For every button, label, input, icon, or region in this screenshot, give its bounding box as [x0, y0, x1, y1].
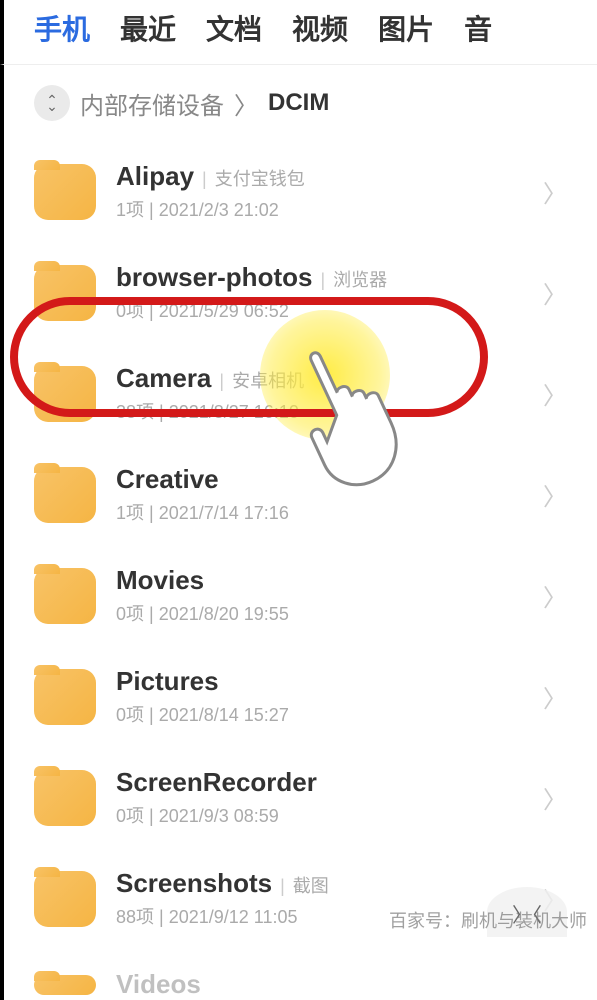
- folder-item-videos[interactable]: Videos: [4, 949, 597, 1000]
- folder-meta: 0项 | 2021/5/29 06:52: [116, 297, 523, 323]
- folder-icon: [34, 265, 96, 321]
- folder-icon: [34, 366, 96, 422]
- folder-icon: [34, 467, 96, 523]
- folder-meta: 38项 | 2021/8/27 16:10: [116, 398, 523, 424]
- breadcrumb-current: DCIM: [268, 89, 329, 117]
- folder-meta: 1项 | 2021/7/14 17:16: [116, 499, 523, 525]
- tab-audio[interactable]: 音: [464, 8, 492, 48]
- folder-name: Alipay: [116, 161, 194, 192]
- folder-description: 截图: [280, 872, 329, 898]
- file-info: browser-photos 浏览器 0项 | 2021/5/29 06:52: [116, 262, 523, 323]
- file-info: Videos: [116, 969, 567, 1000]
- chevron-right-icon: 〉: [543, 578, 567, 613]
- tab-images[interactable]: 图片: [378, 8, 434, 48]
- file-info: Pictures 0项 | 2021/8/14 15:27: [116, 666, 523, 727]
- file-info: Movies 0项 | 2021/8/20 19:55: [116, 565, 523, 626]
- chevron-right-icon: 〉: [543, 376, 567, 411]
- file-info: ScreenRecorder 0项 | 2021/9/3 08:59: [116, 767, 523, 828]
- folder-name: Creative: [116, 464, 219, 495]
- file-info: Camera 安卓相机 38项 | 2021/8/27 16:10: [116, 363, 523, 424]
- watermark-text: 百家号：刷机与装机大师: [389, 907, 587, 933]
- folder-list: Alipay 支付宝钱包 1项 | 2021/2/3 21:02 〉 brows…: [0, 141, 597, 1000]
- folder-item-pictures[interactable]: Pictures 0项 | 2021/8/14 15:27 〉: [4, 646, 597, 747]
- tab-recent[interactable]: 最近: [120, 8, 176, 48]
- folder-meta: 0项 | 2021/8/20 19:55: [116, 600, 523, 626]
- file-info: Creative 1项 | 2021/7/14 17:16: [116, 464, 523, 525]
- breadcrumb-parent[interactable]: 内部存储设备: [80, 86, 224, 121]
- folder-item-movies[interactable]: Movies 0项 | 2021/8/20 19:55 〉: [4, 545, 597, 646]
- folder-name: Screenshots: [116, 868, 272, 899]
- folder-item-camera[interactable]: Camera 安卓相机 38项 | 2021/8/27 16:10 〉: [4, 343, 597, 444]
- breadcrumb-expand-icon[interactable]: ⌃⌄: [34, 85, 70, 121]
- folder-item-browser-photos[interactable]: browser-photos 浏览器 0项 | 2021/5/29 06:52 …: [4, 242, 597, 343]
- folder-name: browser-photos: [116, 262, 312, 293]
- folder-item-screenrecorder[interactable]: ScreenRecorder 0项 | 2021/9/3 08:59 〉: [4, 747, 597, 848]
- folder-name: ScreenRecorder: [116, 767, 317, 798]
- folder-icon: [34, 975, 96, 995]
- folder-description: 安卓相机: [219, 367, 304, 393]
- chevron-right-icon: 〉: [543, 275, 567, 310]
- folder-name: Pictures: [116, 666, 219, 697]
- folder-icon: [34, 871, 96, 927]
- folder-icon: [34, 669, 96, 725]
- tab-phone[interactable]: 手机: [34, 8, 90, 48]
- breadcrumb-separator: 〉: [234, 86, 258, 121]
- folder-icon: [34, 770, 96, 826]
- breadcrumb[interactable]: ⌃⌄ 内部存储设备 〉 DCIM: [0, 65, 597, 141]
- tab-video[interactable]: 视频: [292, 8, 348, 48]
- chevron-right-icon: 〉: [543, 780, 567, 815]
- folder-meta: 0项 | 2021/9/3 08:59: [116, 802, 523, 828]
- folder-icon: [34, 568, 96, 624]
- folder-name: Videos: [116, 969, 201, 1000]
- folder-item-creative[interactable]: Creative 1项 | 2021/7/14 17:16 〉: [4, 444, 597, 545]
- folder-meta: 1项 | 2021/2/3 21:02: [116, 196, 523, 222]
- folder-description: 浏览器: [320, 266, 387, 292]
- category-tabs: 手机 最近 文档 视频 图片 音: [0, 0, 597, 65]
- tab-docs[interactable]: 文档: [206, 8, 262, 48]
- folder-description: 支付宝钱包: [202, 165, 305, 191]
- chevron-right-icon: 〉: [543, 477, 567, 512]
- folder-name: Camera: [116, 363, 211, 394]
- folder-item-alipay[interactable]: Alipay 支付宝钱包 1项 | 2021/2/3 21:02 〉: [4, 141, 597, 242]
- folder-meta: 0项 | 2021/8/14 15:27: [116, 701, 523, 727]
- chevron-right-icon: 〉: [543, 174, 567, 209]
- folder-name: Movies: [116, 565, 204, 596]
- file-info: Alipay 支付宝钱包 1项 | 2021/2/3 21:02: [116, 161, 523, 222]
- chevron-right-icon: 〉: [543, 679, 567, 714]
- folder-icon: [34, 164, 96, 220]
